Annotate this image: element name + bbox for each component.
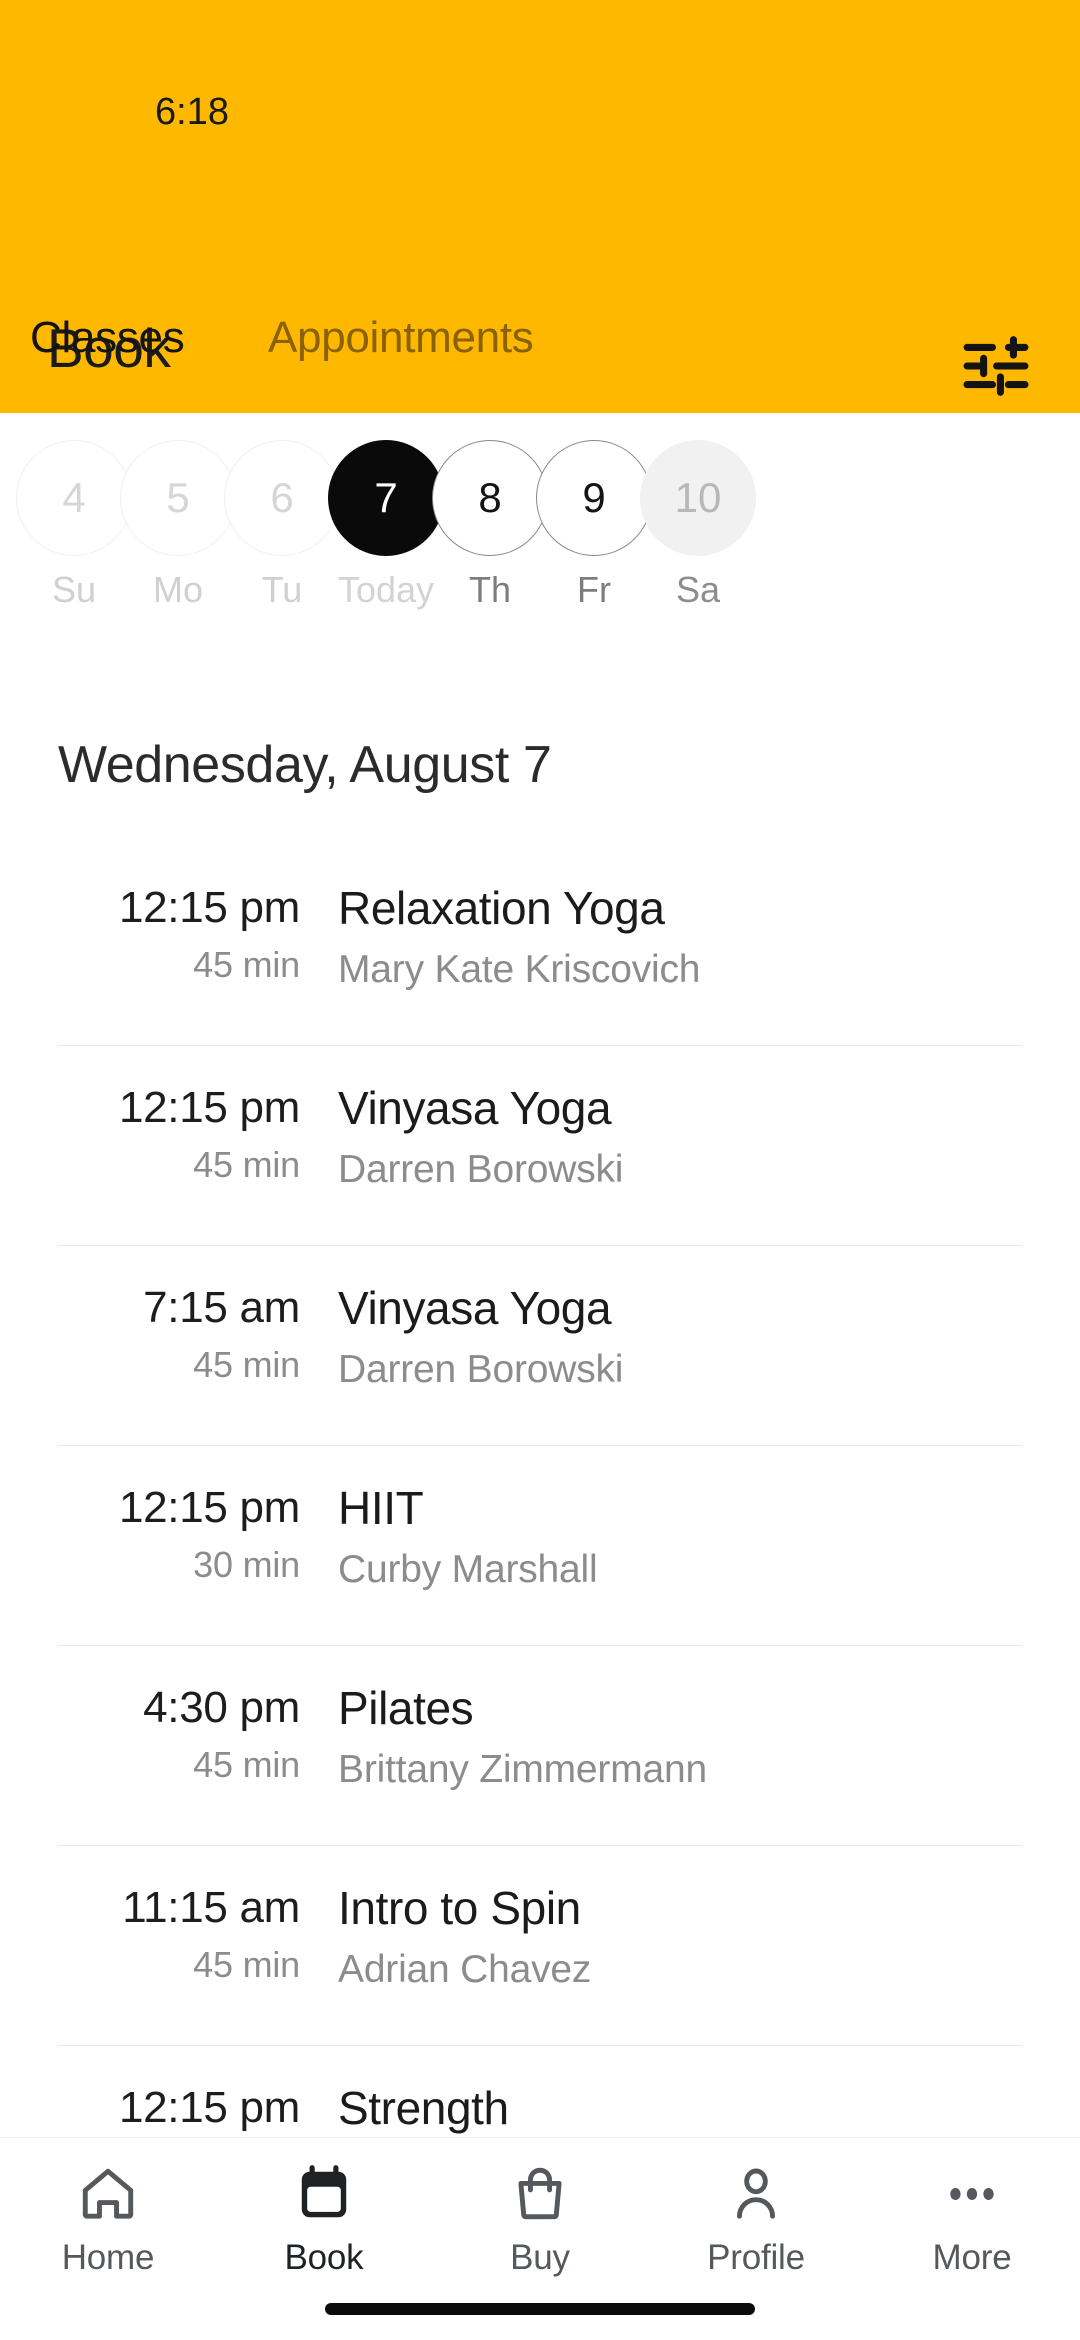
class-time: 7:15 am — [143, 1283, 300, 1332]
nav-label-home: Home — [61, 2238, 155, 2277]
class-duration: 45 min — [193, 944, 300, 986]
class-instructor: Mary Kate Kriscovich — [338, 947, 701, 991]
class-info-column: Strength — [338, 2083, 1040, 2140]
date-cell-10[interactable]: 10 Sa — [621, 440, 775, 650]
class-time-column: 7:15 am 45 min — [0, 1283, 300, 1386]
class-info-column: Pilates Brittany Zimmermann — [338, 1683, 1040, 1792]
row-divider — [58, 1445, 1022, 1447]
class-list[interactable]: 12:15 pm 45 min Relaxation Yoga Mary Kat… — [0, 845, 1080, 2140]
class-row-partial[interactable]: 12:15 pm Strength — [0, 2045, 1080, 2140]
class-info-column: Vinyasa Yoga Darren Borowski — [338, 1283, 1040, 1392]
class-duration: 45 min — [193, 1344, 300, 1386]
class-time: 12:15 pm — [118, 2083, 300, 2132]
class-info-column: Relaxation Yoga Mary Kate Kriscovich — [338, 883, 1040, 992]
class-row[interactable]: 12:15 pm 30 min HIIT Curby Marshall — [0, 1445, 1080, 1645]
class-time-column: 12:15 pm — [0, 2083, 300, 2140]
class-time-column: 12:15 pm 45 min — [0, 883, 300, 986]
class-instructor: Curby Marshall — [338, 1547, 598, 1591]
class-time: 4:30 pm — [143, 1683, 300, 1732]
class-info-column: HIIT Curby Marshall — [338, 1483, 1040, 1592]
class-time-column: 12:15 pm 30 min — [0, 1483, 300, 1586]
header-title-row: Book — [0, 160, 1080, 396]
shopping-bag-icon — [509, 2156, 571, 2232]
nav-label-book: Book — [284, 2238, 364, 2277]
tab-appointments[interactable]: Appointments — [268, 313, 534, 363]
class-time: 12:15 pm — [118, 883, 300, 932]
class-time-column: 12:15 pm 45 min — [0, 1083, 300, 1186]
class-row[interactable]: 12:15 pm 45 min Relaxation Yoga Mary Kat… — [0, 845, 1080, 1045]
class-instructor: Darren Borowski — [338, 1147, 624, 1191]
class-duration: 45 min — [193, 1944, 300, 1986]
date-dow-label: Sa — [675, 569, 721, 610]
class-name: Vinyasa Yoga — [338, 1282, 612, 1334]
class-name: Intro to Spin — [338, 1882, 581, 1934]
class-name: Vinyasa Yoga — [338, 1082, 612, 1134]
class-row[interactable]: 11:15 am 45 min Intro to Spin Adrian Cha… — [0, 1845, 1080, 2045]
home-indicator-bar[interactable] — [325, 2303, 755, 2315]
class-time-column: 4:30 pm 45 min — [0, 1683, 300, 1786]
class-instructor: Darren Borowski — [338, 1347, 624, 1391]
home-icon — [77, 2156, 139, 2232]
date-strip[interactable]: 4 Su 5 Mo 6 Tu 7 Today 8 Th 9 Fr 10 Sa — [0, 413, 1080, 663]
nav-item-home[interactable]: Home — [0, 2156, 216, 2286]
bottom-navigation-bar: Home Book Buy Profile More — [0, 2137, 1080, 2340]
schedule-date-heading: Wednesday, August 7 — [58, 736, 552, 794]
class-name: Relaxation Yoga — [338, 882, 665, 934]
class-time-column: 11:15 am 45 min — [0, 1883, 300, 1986]
status-bar-clock: 6:18 — [155, 91, 229, 133]
nav-item-book[interactable]: Book — [216, 2156, 432, 2286]
nav-label-buy: Buy — [510, 2238, 570, 2277]
nav-item-profile[interactable]: Profile — [648, 2156, 864, 2286]
class-row[interactable]: 7:15 am 45 min Vinyasa Yoga Darren Borow… — [0, 1245, 1080, 1445]
status-bar: 6:18 — [0, 45, 1080, 133]
row-divider — [58, 1045, 1022, 1047]
class-info-column: Vinyasa Yoga Darren Borowski — [338, 1083, 1040, 1192]
class-duration: 45 min — [193, 1744, 300, 1786]
class-row[interactable]: 4:30 pm 45 min Pilates Brittany Zimmerma… — [0, 1645, 1080, 1845]
class-duration: 30 min — [193, 1544, 300, 1586]
app-screen: 6:18 Book Classes Appointments 4 Su 5 Mo… — [0, 0, 1080, 2340]
nav-label-profile: Profile — [707, 2238, 805, 2277]
class-name: Pilates — [338, 1682, 474, 1734]
tab-classes[interactable]: Classes — [30, 313, 185, 363]
nav-label-more: More — [932, 2238, 1012, 2277]
app-header: 6:18 Book Classes Appointments — [0, 0, 1080, 413]
row-divider — [58, 1845, 1022, 1847]
person-icon — [725, 2156, 787, 2232]
class-info-column: Intro to Spin Adrian Chavez — [338, 1883, 1040, 1992]
ellipsis-icon — [941, 2156, 1003, 2232]
class-row[interactable]: 12:15 pm 45 min Vinyasa Yoga Darren Boro… — [0, 1045, 1080, 1245]
class-name: HIIT — [338, 1482, 424, 1534]
row-divider — [58, 2045, 1022, 2047]
class-time: 11:15 am — [122, 1883, 300, 1932]
class-time: 12:15 pm — [118, 1483, 300, 1532]
calendar-icon — [293, 2156, 355, 2232]
row-divider — [58, 1645, 1022, 1647]
header-tabs: Classes Appointments — [0, 313, 1080, 383]
nav-item-buy[interactable]: Buy — [432, 2156, 648, 2286]
class-instructor: Adrian Chavez — [338, 1947, 592, 1991]
class-name: Strength — [338, 2082, 509, 2134]
class-instructor: Brittany Zimmermann — [338, 1747, 707, 1791]
row-divider — [58, 1245, 1022, 1247]
class-time: 12:15 pm — [118, 1083, 300, 1132]
class-duration: 45 min — [193, 1144, 300, 1186]
nav-item-more[interactable]: More — [864, 2156, 1080, 2286]
date-circle: 10 — [640, 440, 756, 556]
